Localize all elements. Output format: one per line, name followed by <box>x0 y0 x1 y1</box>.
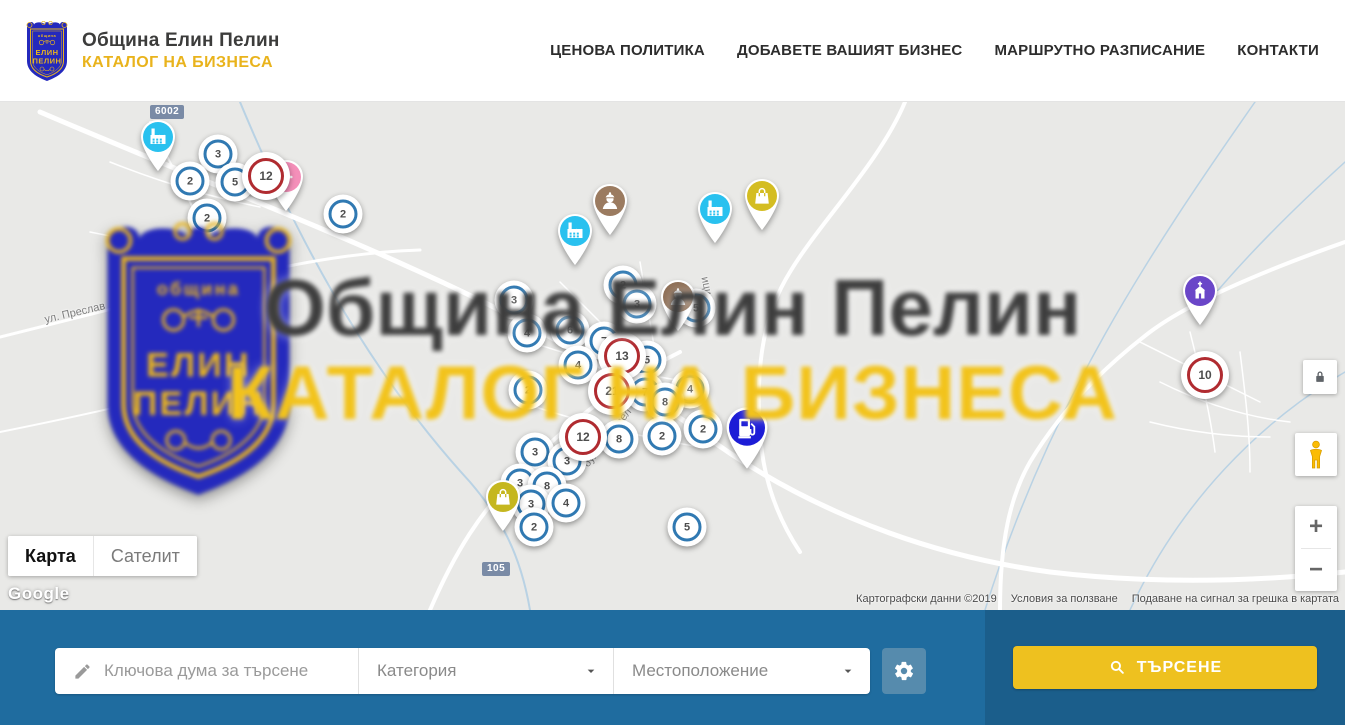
pin-marker-factory[interactable] <box>553 211 597 272</box>
map-attribution: Картографски данни ©2019 Условия за полз… <box>856 593 1339 605</box>
pin-marker-worker[interactable] <box>656 277 700 338</box>
zoom-out-button[interactable]: − <box>1295 549 1337 591</box>
cluster-marker[interactable]: 2 <box>188 199 227 238</box>
cluster-marker[interactable]: 12 <box>242 152 290 200</box>
search-bar-action: ТЪРСЕНЕ <box>985 610 1345 725</box>
site-title: Община Елин Пелин <box>82 30 280 52</box>
pin-marker-bag[interactable] <box>740 176 784 237</box>
pegman-icon <box>1304 440 1328 470</box>
location-dropdown-label: Местоположение <box>632 661 768 681</box>
cluster-marker[interactable]: 12 <box>559 413 607 461</box>
municipality-crest-logo <box>22 19 72 83</box>
attribution-report-link[interactable]: Подаване на сигнал за грешка в картата <box>1132 593 1339 605</box>
advanced-settings-button[interactable] <box>882 648 926 694</box>
map-canvas[interactable]: 325122223536471354221748221283338342510у… <box>0 102 1345 610</box>
map-type-satellite-button[interactable]: Сателит <box>93 536 197 576</box>
nav-link-pricing[interactable]: ЦЕНОВА ПОЛИТИКА <box>550 42 705 59</box>
cluster-marker[interactable]: 6 <box>551 311 590 350</box>
attribution-data: Картографски данни ©2019 <box>856 593 997 605</box>
pin-marker-factory[interactable] <box>693 189 737 250</box>
cluster-marker[interactable]: 2 <box>509 371 548 410</box>
cluster-marker[interactable]: 3 <box>618 285 657 324</box>
map-type-map-button[interactable]: Карта <box>8 536 93 576</box>
nav-link-contacts[interactable]: КОНТАКТИ <box>1237 42 1319 59</box>
zoom-in-button[interactable]: + <box>1295 506 1337 548</box>
site-subtitle: КАТАЛОГ НА БИЗНЕСА <box>82 54 280 72</box>
cluster-marker[interactable]: 4 <box>508 314 547 353</box>
site-header: Община Елин Пелин КАТАЛОГ НА БИЗНЕСА ЦЕН… <box>0 0 1345 102</box>
road-number-badge: 105 <box>482 562 510 576</box>
brand-home-link[interactable]: Община Елин Пелин КАТАЛОГ НА БИЗНЕСА <box>22 19 280 83</box>
chevron-down-icon <box>583 663 599 679</box>
keyword-search-input[interactable] <box>104 661 358 681</box>
cluster-marker[interactable]: 2 <box>684 410 723 449</box>
google-logo[interactable]: Google <box>8 584 70 604</box>
chevron-down-icon <box>840 663 856 679</box>
cluster-marker[interactable]: 5 <box>668 508 707 547</box>
cluster-marker[interactable]: 4 <box>547 484 586 523</box>
category-dropdown-label: Категория <box>377 661 456 681</box>
cluster-marker[interactable]: 2 <box>643 417 682 456</box>
search-icon <box>1108 658 1127 677</box>
cluster-marker[interactable]: 2 <box>324 195 363 234</box>
lock-button[interactable] <box>1303 360 1337 394</box>
search-button-label: ТЪРСЕНЕ <box>1137 659 1222 677</box>
cluster-marker[interactable]: 8 <box>646 383 685 422</box>
search-bar: Категория Местоположение Т <box>0 610 1345 725</box>
nav-link-bus-schedule[interactable]: МАРШРУТНО РАЗПИСАНИЕ <box>994 42 1205 59</box>
attribution-terms-link[interactable]: Условия за ползване <box>1011 593 1118 605</box>
search-bar-fields: Категория Местоположение <box>0 610 985 725</box>
gear-icon <box>893 660 915 682</box>
category-dropdown[interactable]: Категория <box>358 648 613 694</box>
pin-marker-fuel[interactable] <box>721 404 774 476</box>
search-button[interactable]: ТЪРСЕНЕ <box>1013 646 1317 689</box>
nav-link-add-business[interactable]: ДОБАВЕТЕ ВАШИЯТ БИЗНЕС <box>737 42 962 59</box>
location-dropdown[interactable]: Местоположение <box>613 648 870 694</box>
pin-marker-church[interactable] <box>1178 271 1222 332</box>
pin-marker-bag[interactable] <box>481 477 525 538</box>
cluster-marker[interactable]: 10 <box>1181 351 1229 399</box>
zoom-control: + − <box>1295 506 1337 591</box>
map-type-control: Карта Сателит <box>8 536 197 576</box>
street-view-pegman-button[interactable] <box>1295 433 1337 476</box>
keyword-field-wrap <box>55 648 358 694</box>
pencil-icon <box>73 662 92 681</box>
cluster-marker[interactable]: 21 <box>588 367 636 415</box>
main-nav: ЦЕНОВА ПОЛИТИКА ДОБАВЕТЕ ВАШИЯТ БИЗНЕС М… <box>518 42 1319 59</box>
lock-icon <box>1311 368 1329 386</box>
pin-marker-factory[interactable] <box>136 117 180 178</box>
